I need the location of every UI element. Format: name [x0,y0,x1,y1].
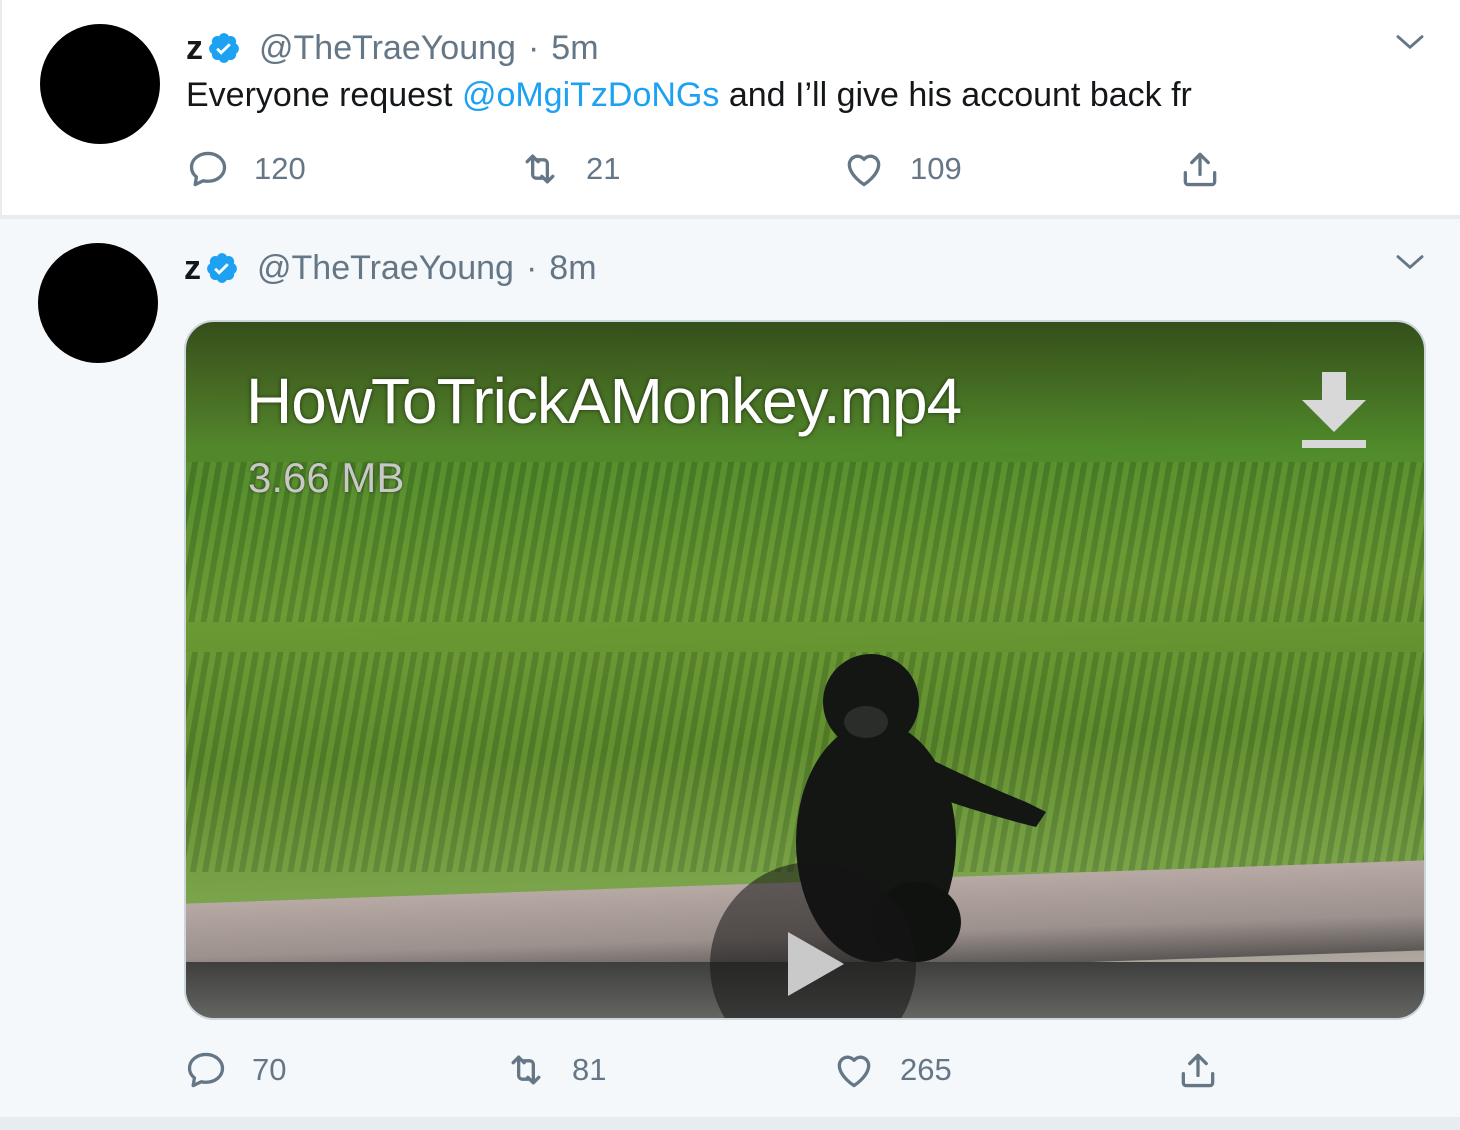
tweet-2[interactable]: z @TheTraeYoung · 8m HowToTrickAMonkey.m… [0,219,1460,1117]
mention-link[interactable]: @oMgiTzDoNGs [462,76,719,114]
tweet-text: Everyone request @oMgiTzDoNGs and I’ll g… [186,76,1192,115]
retweet-icon [525,154,555,184]
retweet-button[interactable]: 81 [504,1045,606,1095]
tweet-text-start: Everyone request [186,76,462,114]
handle[interactable]: @TheTraeYoung [257,249,514,288]
like-button[interactable]: 109 [842,144,962,194]
download-arrow-icon [1302,372,1366,448]
share-upload-icon [1183,152,1217,187]
retweet-icon [511,1055,541,1085]
tweet-actions: 70 81 265 [184,1045,1224,1095]
reply-button[interactable]: 70 [184,1045,286,1095]
file-size: 3.66 MB [248,454,405,501]
file-name: HowToTrickAMonkey.mp4 [246,365,962,437]
separator-dot: · [525,248,538,287]
verified-badge-icon [205,251,239,285]
tweet-header: z @TheTraeYoung · 8m [184,246,597,290]
verified-badge-icon [207,31,241,65]
retweet-count: 81 [572,1052,607,1087]
avatar[interactable] [38,243,158,363]
share-button[interactable] [1178,144,1246,194]
share-upload-icon [1181,1053,1215,1088]
tweet-header: z @TheTraeYoung · 5m [186,26,599,70]
video-media[interactable]: HowToTrickAMonkey.mp4 3.66 MB [184,320,1426,1020]
retweet-count: 21 [586,151,621,186]
separator-dot: · [527,28,540,67]
tweet-text-end: and I’ll give his account back fr [719,76,1192,114]
like-count: 265 [900,1052,952,1087]
heart-icon [847,154,881,187]
reply-count: 120 [254,151,306,186]
share-button[interactable] [1176,1045,1244,1095]
retweet-button[interactable]: 21 [518,144,620,194]
reply-bubble-icon [189,151,227,187]
timestamp[interactable]: 8m [549,249,596,288]
timestamp[interactable]: 5m [551,29,598,68]
display-name[interactable]: z [186,29,203,68]
play-icon [788,932,844,996]
tweet-actions: 120 21 109 [186,144,1226,194]
avatar[interactable] [40,24,160,144]
reply-button[interactable]: 120 [186,144,306,194]
like-count: 109 [910,151,962,186]
tweet-1[interactable]: z @TheTraeYoung · 5m Everyone request @o… [0,0,1460,217]
chevron-down-icon[interactable] [1394,26,1426,58]
display-name[interactable]: z [184,249,201,288]
heart-icon [837,1055,871,1088]
reply-bubble-icon [187,1052,225,1088]
reply-count: 70 [252,1052,287,1087]
handle[interactable]: @TheTraeYoung [259,29,516,68]
like-button[interactable]: 265 [832,1045,952,1095]
chevron-down-icon[interactable] [1394,246,1426,278]
